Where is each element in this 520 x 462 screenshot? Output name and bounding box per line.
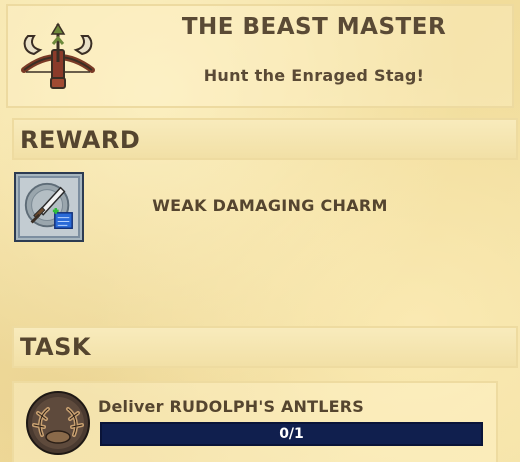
quest-title: THE BEAST MASTER (181, 14, 447, 40)
task-description: Deliver RUDOLPH'S ANTLERS (98, 397, 364, 416)
reward-item-name: WEAK DAMAGING CHARM (152, 196, 388, 215)
task-progress-label: 0/1 (279, 426, 304, 442)
sword-charm-icon (24, 182, 73, 229)
antlers-icon (26, 391, 90, 455)
task-progress-bar: 0/1 (100, 422, 483, 446)
quest-subtitle: Hunt the Enraged Stag! (203, 66, 425, 85)
task-section-label: TASK (20, 333, 91, 361)
crossbow-antlers-icon (21, 22, 95, 89)
reward-item-slot[interactable] (14, 172, 84, 242)
reward-section-label: REWARD (20, 126, 141, 154)
